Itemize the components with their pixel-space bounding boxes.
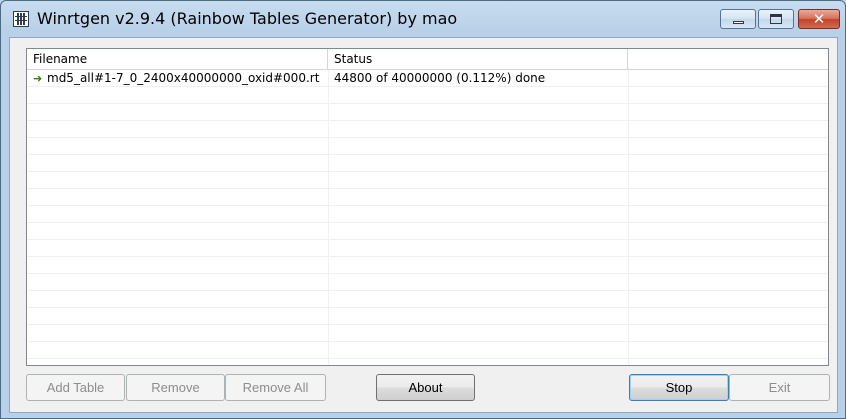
empty-row bbox=[27, 87, 828, 104]
empty-row bbox=[27, 155, 828, 172]
add-table-button[interactable]: Add Table bbox=[26, 374, 125, 401]
empty-row bbox=[27, 257, 828, 274]
filename-cell: ➜ md5_all#1-7_0_2400x40000000_oxid#000.rt bbox=[27, 70, 328, 87]
column-header-status[interactable]: Status bbox=[328, 49, 628, 69]
empty-row bbox=[27, 189, 828, 206]
window-title: Winrtgen v2.9.4 (Rainbow Tables Generato… bbox=[37, 9, 458, 28]
remove-button[interactable]: Remove bbox=[126, 374, 225, 401]
about-button[interactable]: About bbox=[376, 374, 475, 401]
empty-row bbox=[27, 223, 828, 240]
empty-row bbox=[27, 121, 828, 138]
remove-all-button[interactable]: Remove All bbox=[225, 374, 326, 401]
empty-row bbox=[27, 274, 828, 291]
empty-row bbox=[27, 325, 828, 342]
exit-button[interactable]: Exit bbox=[729, 374, 830, 401]
close-icon: ✕ bbox=[812, 10, 826, 28]
minimize-button[interactable] bbox=[720, 9, 756, 29]
arrow-right-icon: ➜ bbox=[33, 72, 43, 85]
tables-list[interactable]: Filename Status ➜ md5_all#1-7_0_2400x4000… bbox=[26, 48, 829, 366]
empty-row bbox=[27, 104, 828, 121]
status-cell: 44800 of 40000000 (0.112%) done bbox=[334, 71, 546, 85]
empty-row bbox=[27, 291, 828, 308]
empty-row bbox=[27, 172, 828, 189]
empty-row bbox=[27, 206, 828, 223]
empty-row bbox=[27, 138, 828, 155]
close-button[interactable]: ✕ bbox=[798, 9, 840, 29]
stop-button[interactable]: Stop bbox=[629, 374, 729, 401]
table-row[interactable]: ➜ md5_all#1-7_0_2400x40000000_oxid#000.rt… bbox=[27, 70, 828, 87]
app-grid-icon[interactable] bbox=[13, 11, 29, 27]
column-header-extra[interactable] bbox=[628, 49, 828, 69]
empty-row bbox=[27, 342, 828, 359]
empty-row bbox=[27, 240, 828, 257]
list-header: Filename Status bbox=[27, 49, 828, 70]
client-area: Filename Status ➜ md5_all#1-7_0_2400x4000… bbox=[9, 37, 838, 413]
minimize-icon bbox=[733, 21, 744, 24]
column-header-filename[interactable]: Filename bbox=[27, 49, 328, 69]
maximize-button[interactable] bbox=[758, 9, 794, 29]
filename-text: md5_all#1-7_0_2400x40000000_oxid#000.rt bbox=[47, 71, 320, 85]
maximize-icon bbox=[770, 14, 782, 24]
empty-row bbox=[27, 308, 828, 325]
title-bar[interactable]: Winrtgen v2.9.4 (Rainbow Tables Generato… bbox=[1, 1, 845, 37]
app-window: Winrtgen v2.9.4 (Rainbow Tables Generato… bbox=[0, 0, 846, 419]
